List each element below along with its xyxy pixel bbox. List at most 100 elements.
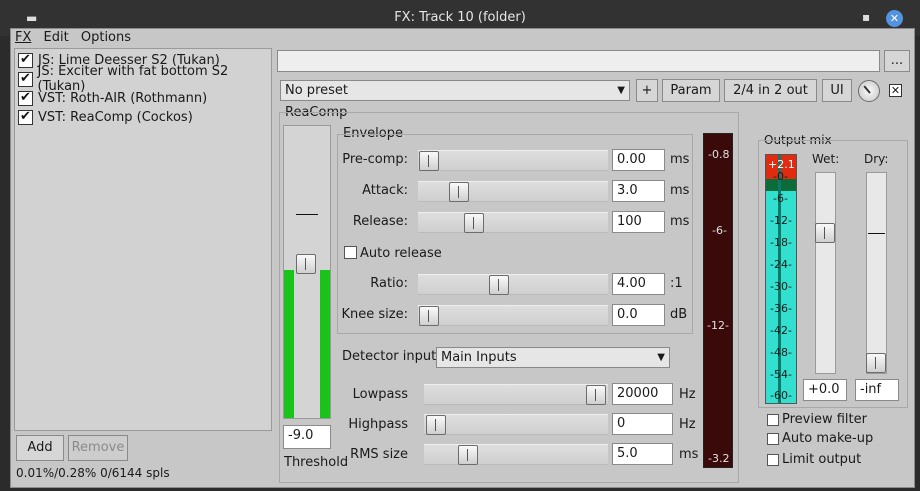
release-knob[interactable] <box>464 213 484 233</box>
rms-size-unit: ms <box>679 447 699 462</box>
plugin-name-field[interactable] <box>277 50 880 72</box>
dry-slider[interactable] <box>866 172 887 374</box>
highpass-slider[interactable] <box>424 414 608 435</box>
highpass-label: Highpass <box>348 417 408 432</box>
detector-input-value: Main Inputs <box>441 350 517 365</box>
scale-label: -30- <box>770 280 792 293</box>
fx-enable-checkbox[interactable] <box>18 109 33 125</box>
wet-knob[interactable] <box>858 80 880 102</box>
attack-slider[interactable] <box>418 181 608 202</box>
scale-label: -36- <box>770 302 792 315</box>
knee-unit: dB <box>670 307 688 322</box>
auto-makeup-label: Auto make-up <box>782 431 874 446</box>
wet-value[interactable]: +0.0 <box>803 379 847 401</box>
precomp-label: Pre-comp: <box>342 152 408 167</box>
fx-chain-item[interactable]: VST: ReaComp (Cockos) <box>18 108 193 126</box>
attack-value[interactable]: 3.0 <box>612 180 665 202</box>
scale-label: -6- <box>773 192 788 205</box>
preset-dropdown[interactable]: No preset ▼ <box>280 80 630 101</box>
fx-chain-item-label: VST: Roth-AIR (Rothmann) <box>38 90 208 106</box>
detector-input-dropdown[interactable]: Main Inputs ▼ <box>436 347 670 368</box>
wet-label: Wet: <box>812 152 840 166</box>
release-unit: ms <box>670 214 690 229</box>
threshold-slider[interactable] <box>283 125 331 419</box>
auto-makeup-checkbox[interactable] <box>767 433 779 445</box>
release-label: Release: <box>352 214 408 229</box>
release-value[interactable]: 100 <box>612 211 665 233</box>
attack-knob[interactable] <box>449 182 469 202</box>
lowpass-unit: Hz <box>679 387 696 402</box>
precomp-knob[interactable] <box>419 151 439 171</box>
wet-slider[interactable] <box>815 172 836 374</box>
scale-label: -12- <box>770 214 792 227</box>
limit-output-label: Limit output <box>782 452 862 467</box>
precomp-value[interactable]: 0.00 <box>612 149 665 171</box>
menu-edit[interactable]: Edit <box>44 30 69 45</box>
release-slider[interactable] <box>418 212 608 233</box>
lowpass-label: Lowpass <box>352 387 408 402</box>
fx-enable-checkbox[interactable] <box>18 52 33 68</box>
auto-release-label: Auto release <box>360 246 442 261</box>
knob-indicator <box>863 85 871 94</box>
dry-label: Dry: <box>864 152 889 166</box>
scale-label: -48- <box>770 346 792 359</box>
window-title: FX: Track 10 (folder) <box>394 10 526 25</box>
add-preset-button[interactable]: + <box>636 79 658 102</box>
threshold-value[interactable]: -9.0 <box>283 425 331 449</box>
lowpass-knob[interactable] <box>586 385 606 405</box>
browse-button[interactable]: ... <box>884 50 910 72</box>
ratio-knob[interactable] <box>489 275 509 295</box>
output-level-meter: +2.1 -0- -6- -12- -18- -24- -30- -36- -4… <box>765 154 797 404</box>
knee-value[interactable]: 0.0 <box>612 304 665 326</box>
scale-label: -0- <box>773 170 788 183</box>
limit-output-checkbox[interactable] <box>767 454 779 466</box>
rms-size-knob[interactable] <box>458 445 478 465</box>
menu-bar: FX Edit Options <box>15 30 139 46</box>
lowpass-slider[interactable] <box>424 384 608 405</box>
preview-filter-label: Preview filter <box>782 412 867 427</box>
fx-chain-list[interactable]: JS: Lime Deesser S2 (Tukan) JS: Exciter … <box>14 48 272 431</box>
menu-fx[interactable]: FX <box>15 30 31 45</box>
scale-label: -60- <box>770 389 792 402</box>
add-fx-button[interactable]: Add <box>16 435 64 461</box>
ratio-slider[interactable] <box>418 274 608 295</box>
fx-chain-item[interactable]: VST: Roth-AIR (Rothmann) <box>18 89 207 107</box>
attack-unit: ms <box>670 183 690 198</box>
auto-release-checkbox[interactable] <box>344 246 357 259</box>
scale-label: -54- <box>770 368 792 381</box>
precomp-unit: ms <box>670 152 690 167</box>
threshold-marker <box>296 214 318 215</box>
param-button[interactable]: Param <box>662 79 720 102</box>
knee-slider[interactable] <box>418 305 608 326</box>
wet-slider-knob[interactable] <box>815 223 835 243</box>
dry-value[interactable]: -inf <box>855 379 899 401</box>
fx-enable-checkbox[interactable] <box>18 90 33 106</box>
rms-size-slider[interactable] <box>424 444 608 465</box>
fx-enable-checkbox[interactable] <box>18 71 33 87</box>
ui-button[interactable]: UI <box>822 79 852 102</box>
precomp-slider[interactable] <box>418 150 608 171</box>
highpass-value[interactable]: 0 <box>612 413 673 435</box>
bypass-checkbox[interactable]: ✕ <box>889 84 902 97</box>
menu-options[interactable]: Options <box>81 30 131 45</box>
io-routing-button[interactable]: 2/4 in 2 out <box>724 79 817 102</box>
pin-icon[interactable]: ▪ <box>862 10 870 24</box>
fx-chain-item-label: VST: ReaComp (Cockos) <box>38 109 193 125</box>
rms-size-value[interactable]: 5.0 <box>612 443 673 465</box>
knee-knob[interactable] <box>419 306 439 326</box>
ratio-value[interactable]: 4.00 <box>612 273 665 295</box>
gr-meter-label: -0.8 <box>708 148 730 161</box>
fx-chain-item[interactable]: JS: Exciter with fat bottom S2 (Tukan) <box>18 64 271 94</box>
dry-slider-knob[interactable] <box>866 353 886 373</box>
highpass-knob[interactable] <box>426 415 446 435</box>
ratio-unit: :1 <box>670 276 683 291</box>
threshold-knob[interactable] <box>296 254 316 274</box>
detector-input-label: Detector input: <box>342 349 441 364</box>
close-icon[interactable]: ✕ <box>886 10 903 27</box>
gr-meter-label: -3.2 <box>708 452 730 465</box>
preview-filter-checkbox[interactable] <box>767 414 779 426</box>
attack-label: Attack: <box>362 183 408 198</box>
chevron-down-icon: ▼ <box>617 85 625 96</box>
remove-fx-button[interactable]: Remove <box>68 435 128 461</box>
lowpass-value[interactable]: 20000 <box>612 383 673 405</box>
